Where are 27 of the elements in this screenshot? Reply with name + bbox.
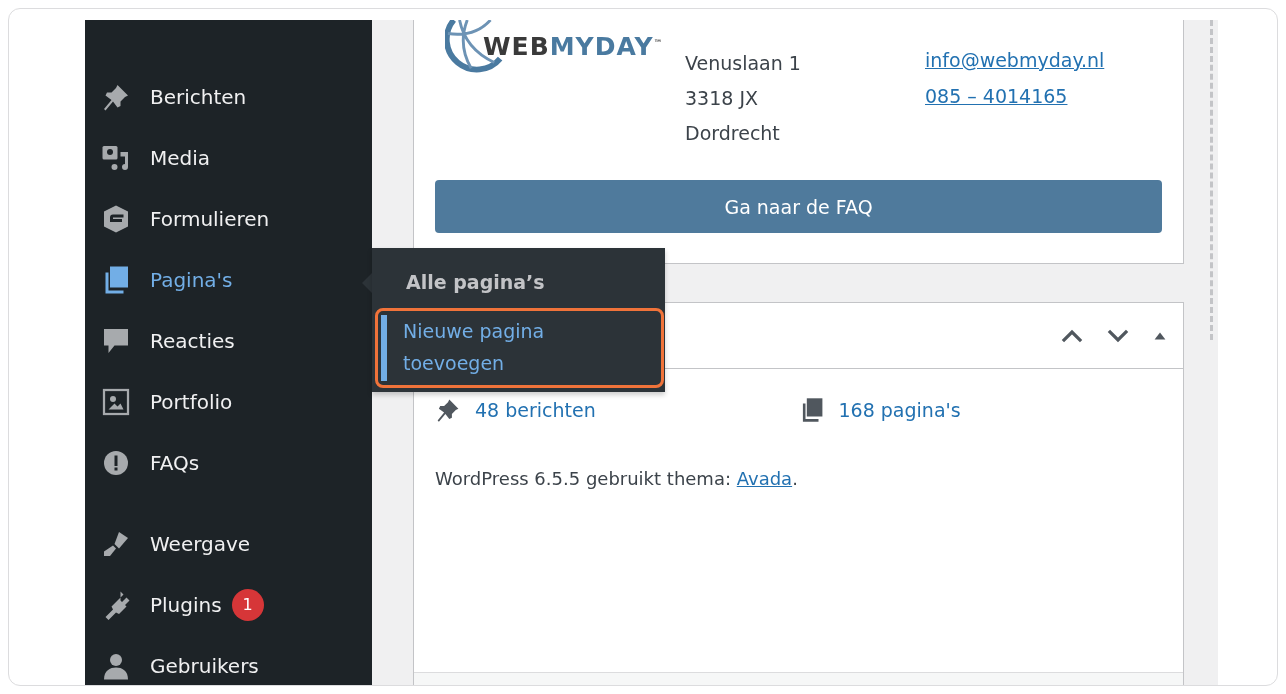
faq-button[interactable]: Ga naar de FAQ <box>435 180 1162 233</box>
menu-item[interactable]: Plugins 1 <box>85 574 372 635</box>
contact-link[interactable]: 085 – 4014165 <box>925 78 1105 114</box>
menu-item[interactable]: Reacties <box>85 310 372 371</box>
menu-item[interactable]: FAQs <box>85 432 372 493</box>
theme-link[interactable]: Avada <box>736 468 793 489</box>
menu-item[interactable]: Media <box>85 127 372 188</box>
address-line: Dordrecht <box>685 121 781 146</box>
posts-count-link[interactable]: 48 berichten <box>475 399 596 421</box>
submenu-item[interactable]: Nieuwe pagina toevoegen <box>375 308 664 388</box>
menu-item[interactable]: Berichten <box>85 66 372 127</box>
version-text: WordPress 6.5.5 gebruikt thema: Avada. <box>435 467 799 491</box>
contact-link[interactable]: info@webmyday.nl <box>925 42 1105 78</box>
menu-item[interactable]: Portfolio <box>85 371 372 432</box>
pages-count-link[interactable]: 168 pagina's <box>838 399 961 421</box>
address-line: Venuslaan 1 <box>685 51 802 76</box>
pin-icon <box>435 397 461 423</box>
menu-item[interactable]: Gebruikers <box>85 635 372 685</box>
menu-item[interactable]: Weergave <box>85 513 372 574</box>
address-line: 3318 JX <box>685 86 759 111</box>
form-icon <box>101 203 131 234</box>
update-count-badge: 1 <box>231 588 264 621</box>
submenu-item[interactable]: Alle pagina’s <box>372 262 665 304</box>
company-logo: WEBMYDAY$^{™}$ <box>435 20 685 78</box>
portfolio-icon <box>101 386 131 417</box>
menu-item[interactable]: Pagina's <box>85 249 372 310</box>
menu-item[interactable]: Formulieren <box>85 188 372 249</box>
